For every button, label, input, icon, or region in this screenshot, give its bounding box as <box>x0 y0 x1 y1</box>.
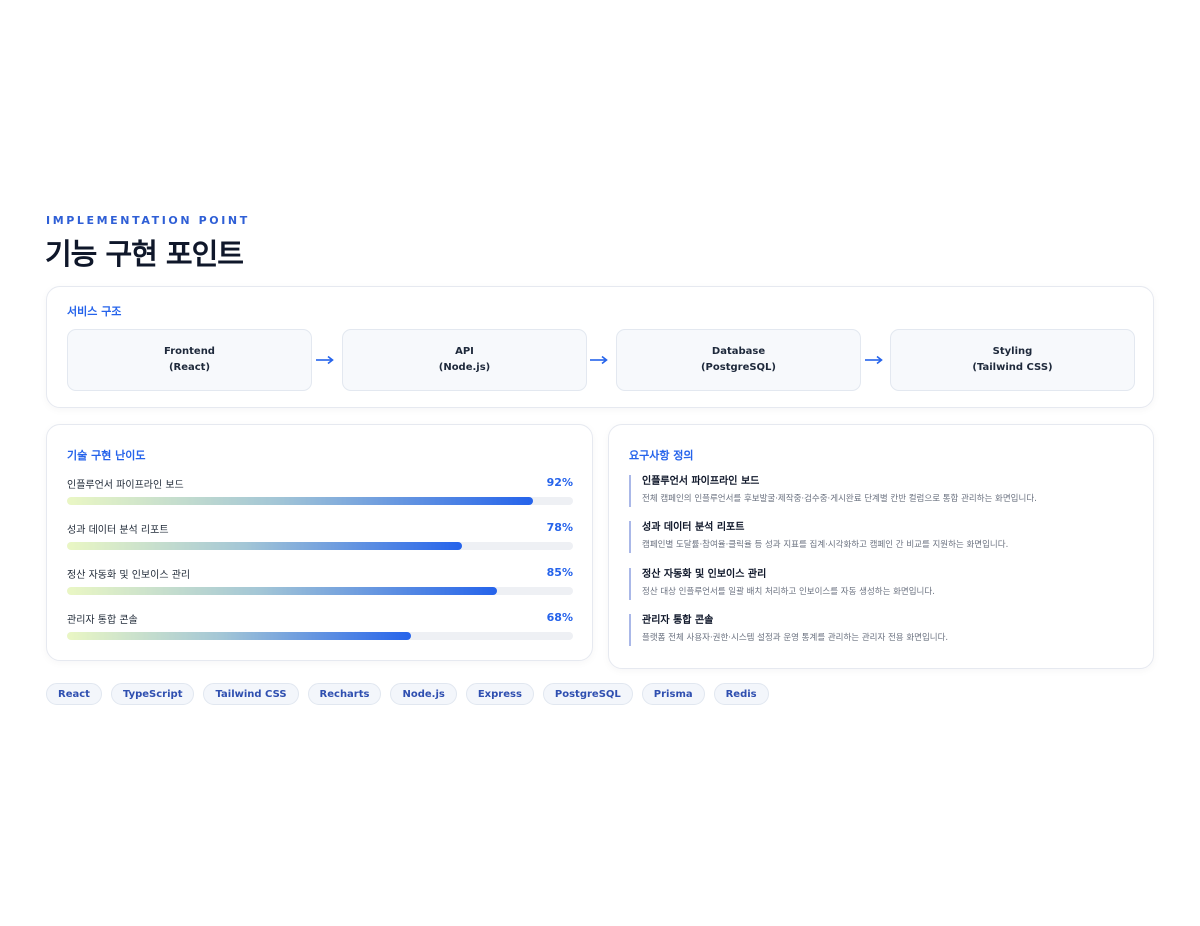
tech-tag-postgresql[interactable]: PostgreSQL <box>542 683 633 705</box>
progress-fill <box>67 632 412 640</box>
requirement-desc: 전체 캠페인의 인플루언서를 후보발굴·제작중·검수중·게시완료 단계별 칸반 … <box>642 494 1037 504</box>
requirement-title: 관리자 통합 콘솔 <box>642 615 714 626</box>
tech-tag-prisma[interactable]: Prisma <box>641 683 705 705</box>
service-node-styling: Styling (Tailwind CSS) <box>890 329 1135 391</box>
requirement-desc: 플랫폼 전체 사용자·권한·시스템 설정과 운영 통계를 관리하는 관리자 전용… <box>642 633 949 643</box>
arrow-right-icon <box>313 350 337 370</box>
service-structure-title: 서비스 구조 <box>67 305 122 318</box>
service-node-name: Database <box>711 346 766 357</box>
requirement-item: 성과 데이터 분석 리포트 캠페인별 도달률·참여율·클릭율 등 성과 지표를 … <box>629 521 1129 553</box>
difficulty-value: 85% <box>546 566 573 579</box>
page: IMPLEMENTATION POINT 기능 구현 포인트 서비스 구조 Fr… <box>0 0 1200 926</box>
difficulty-value: 68% <box>546 611 573 624</box>
difficulty-item: 정산 자동화 및 인보이스 관리 85% <box>67 566 573 602</box>
arrow-right-icon <box>587 350 611 370</box>
difficulty-label: 정산 자동화 및 인보이스 관리 <box>67 570 191 581</box>
requirement-item: 정산 자동화 및 인보이스 관리 정산 대상 인플루언서를 일괄 배치 처리하고… <box>629 568 1129 600</box>
requirement-title: 인플루언서 파이프라인 보드 <box>642 476 760 487</box>
requirements-card: 요구사항 정의 인플루언서 파이프라인 보드 전체 캠페인의 인플루언서를 후보… <box>608 424 1154 669</box>
difficulty-label: 성과 데이터 분석 리포트 <box>67 525 169 536</box>
difficulty-card: 기술 구현 난이도 인플루언서 파이프라인 보드 92% 성과 데이터 분석 리… <box>46 424 593 661</box>
progress-track <box>67 587 573 595</box>
tech-tag-tailwind[interactable]: Tailwind CSS <box>203 683 299 705</box>
progress-fill <box>67 587 498 595</box>
difficulty-label: 인플루언서 파이프라인 보드 <box>67 480 184 491</box>
progress-track <box>67 497 573 505</box>
requirement-desc: 캠페인별 도달률·참여율·클릭율 등 성과 지표를 집계·시각화하고 캠페인 간… <box>642 540 1009 550</box>
service-node-database: Database (PostgreSQL) <box>616 329 861 391</box>
tech-tag-react[interactable]: React <box>46 683 102 705</box>
progress-fill <box>67 542 462 550</box>
tech-tag-recharts[interactable]: Recharts <box>307 683 382 705</box>
difficulty-label: 관리자 통합 콘솔 <box>67 615 138 626</box>
requirement-desc: 정산 대상 인플루언서를 일괄 배치 처리하고 인보이스를 자동 생성하는 화면… <box>642 587 935 597</box>
requirements-title: 요구사항 정의 <box>629 449 694 462</box>
tech-tag-express[interactable]: Express <box>465 683 534 705</box>
difficulty-value: 92% <box>546 476 573 489</box>
service-structure-card: 서비스 구조 Frontend (React) API (Node.js) Da… <box>46 286 1154 408</box>
tech-stack-tags: React TypeScript Tailwind CSS Recharts N… <box>46 683 769 705</box>
requirement-item: 인플루언서 파이프라인 보드 전체 캠페인의 인플루언서를 후보발굴·제작중·검… <box>629 475 1129 507</box>
service-node-frontend: Frontend (React) <box>67 329 312 391</box>
section-eyebrow: IMPLEMENTATION POINT <box>46 214 250 227</box>
service-node-tech: (React) <box>168 362 211 373</box>
requirement-title: 성과 데이터 분석 리포트 <box>642 522 745 533</box>
tech-tag-nodejs[interactable]: Node.js <box>390 683 457 705</box>
difficulty-item: 인플루언서 파이프라인 보드 92% <box>67 476 573 512</box>
tech-tag-typescript[interactable]: TypeScript <box>110 683 195 705</box>
difficulty-value: 78% <box>546 521 573 534</box>
difficulty-title: 기술 구현 난이도 <box>67 449 146 462</box>
service-node-api: API (Node.js) <box>342 329 587 391</box>
service-node-tech: (PostgreSQL) <box>700 362 777 373</box>
requirement-item: 관리자 통합 콘솔 플랫폼 전체 사용자·권한·시스템 설정과 운영 통계를 관… <box>629 614 1129 646</box>
tech-tag-redis[interactable]: Redis <box>713 683 769 705</box>
service-node-name: Frontend <box>164 346 215 357</box>
service-node-tech: (Tailwind CSS) <box>972 362 1053 373</box>
progress-track <box>67 632 573 640</box>
arrow-right-icon <box>862 350 886 370</box>
progress-fill <box>67 497 533 505</box>
service-node-name: API <box>455 346 474 357</box>
page-title: 기능 구현 포인트 <box>45 237 244 271</box>
difficulty-item: 성과 데이터 분석 리포트 78% <box>67 521 573 557</box>
service-node-tech: (Node.js) <box>438 362 491 373</box>
service-node-name: Styling <box>992 346 1033 357</box>
progress-track <box>67 542 573 550</box>
requirement-title: 정산 자동화 및 인보이스 관리 <box>642 569 767 580</box>
difficulty-item: 관리자 통합 콘솔 68% <box>67 611 573 647</box>
